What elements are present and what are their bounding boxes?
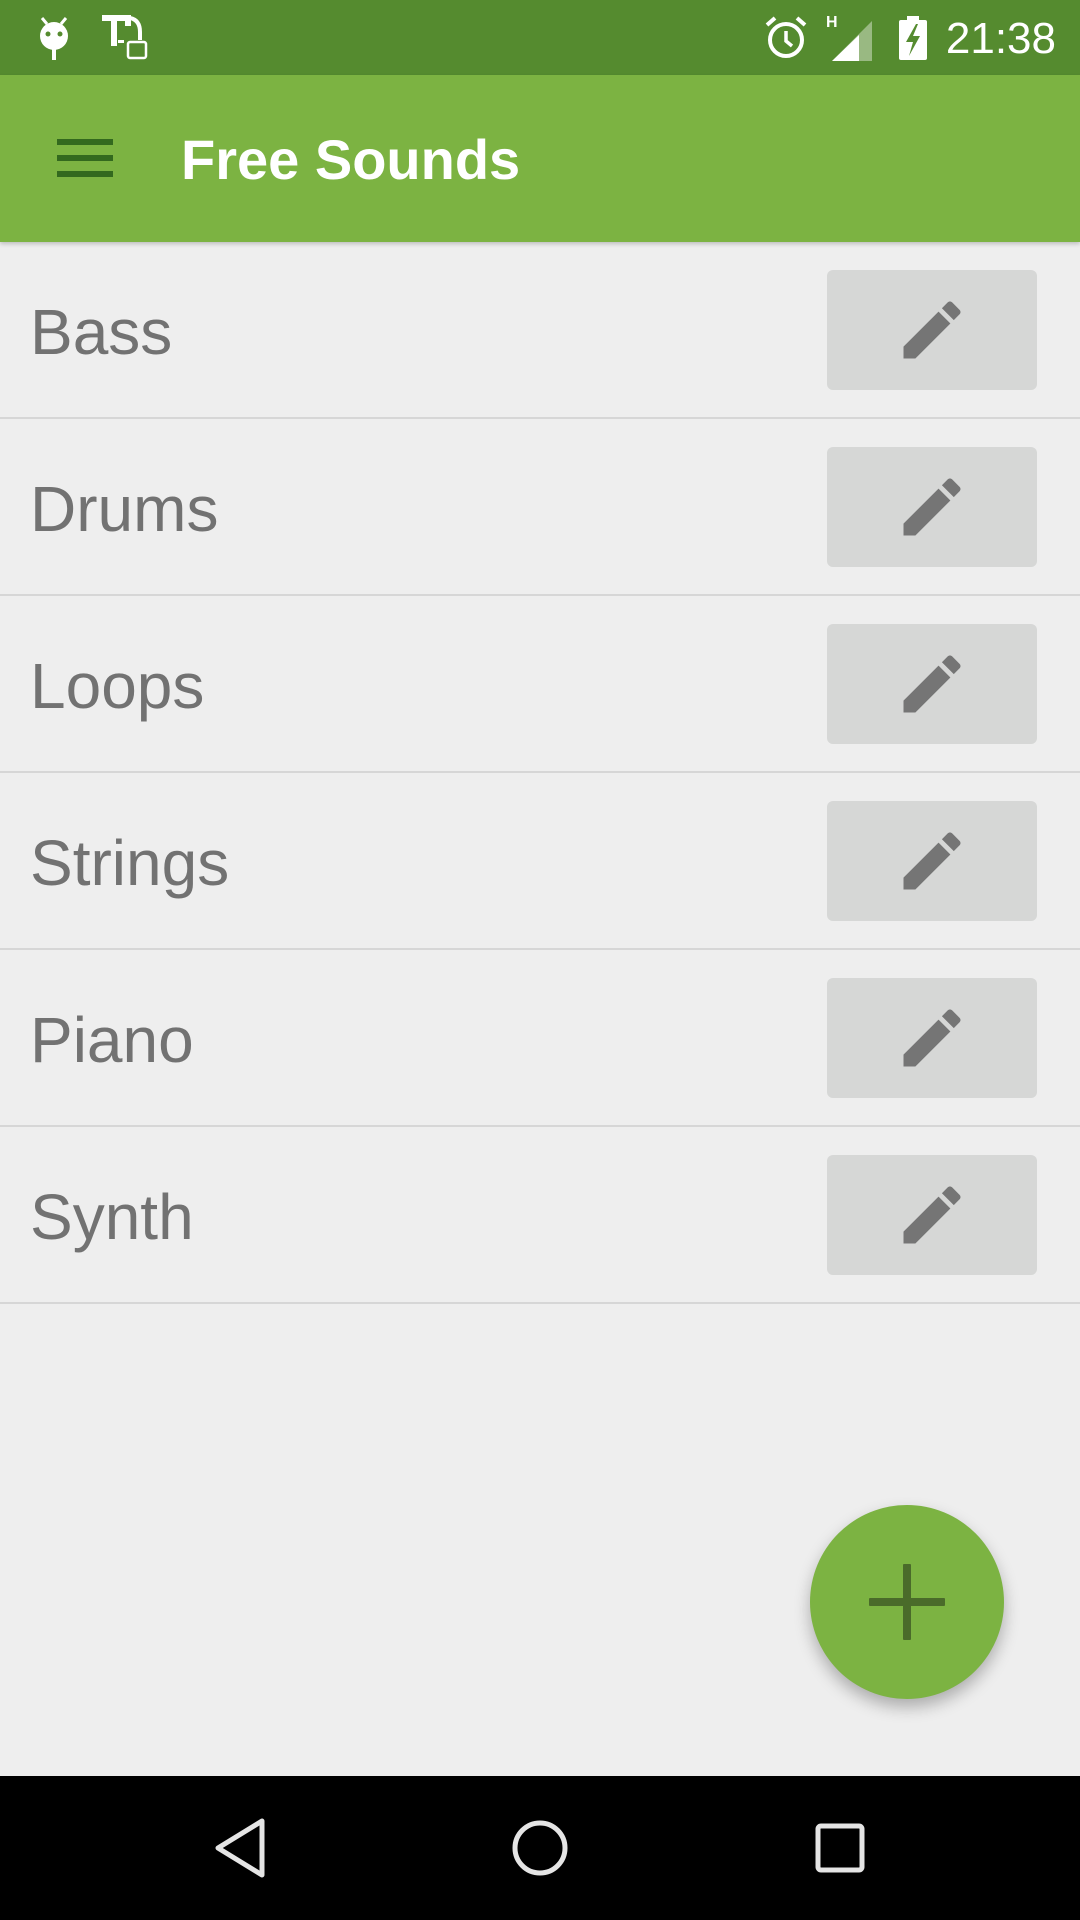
- alarm-icon: [763, 0, 809, 75]
- list-item[interactable]: Bass: [0, 242, 1080, 419]
- list-item[interactable]: Loops: [0, 596, 1080, 773]
- status-bar: H 21:38: [0, 0, 1080, 75]
- home-icon: [512, 1820, 568, 1876]
- back-button[interactable]: [160, 1776, 320, 1920]
- list-item-label: Drums: [30, 473, 219, 545]
- edit-button[interactable]: [827, 624, 1037, 744]
- app-toolbar: Free Sounds: [0, 75, 1080, 242]
- pencil-icon: [903, 832, 961, 890]
- status-time: 21:38: [945, 14, 1056, 63]
- edit-button[interactable]: [827, 270, 1037, 390]
- recents-button[interactable]: [760, 1776, 920, 1920]
- menu-button[interactable]: [40, 113, 130, 203]
- list-item[interactable]: Piano: [0, 950, 1080, 1127]
- back-icon: [215, 1818, 265, 1878]
- system-nav-bar: [0, 1776, 1080, 1920]
- list-item-label: Strings: [30, 827, 230, 899]
- edit-button[interactable]: [827, 1155, 1037, 1275]
- list-item-label: Loops: [30, 650, 205, 722]
- list-item-label: Synth: [30, 1181, 194, 1253]
- recents-icon: [815, 1823, 865, 1873]
- battery-charging-icon: [898, 0, 928, 75]
- android-debug-icon: [36, 0, 72, 75]
- list-item[interactable]: Strings: [0, 773, 1080, 950]
- list-item-label: Piano: [30, 1004, 194, 1076]
- hamburger-menu-icon: [57, 139, 113, 177]
- plus-icon: [869, 1564, 945, 1640]
- edit-button[interactable]: [827, 978, 1037, 1098]
- home-button[interactable]: [460, 1776, 620, 1920]
- add-button[interactable]: [810, 1505, 1004, 1699]
- svg-text:H: H: [826, 14, 838, 31]
- pencil-icon: [903, 478, 961, 536]
- signal-h-icon: H: [826, 0, 874, 75]
- pencil-icon: [903, 1186, 961, 1244]
- edit-button[interactable]: [827, 801, 1037, 921]
- sound-category-list: Bass Drums Loops Strings Piano Synth: [0, 242, 1080, 1304]
- list-item[interactable]: Synth: [0, 1127, 1080, 1304]
- list-item-label: Bass: [30, 296, 173, 368]
- pencil-icon: [903, 301, 961, 359]
- page-title: Free Sounds: [181, 128, 521, 191]
- edit-button[interactable]: [827, 447, 1037, 567]
- pencil-icon: [903, 1009, 961, 1067]
- pencil-icon: [903, 655, 961, 713]
- list-item[interactable]: Drums: [0, 419, 1080, 596]
- text-clipboard-icon: [100, 0, 148, 75]
